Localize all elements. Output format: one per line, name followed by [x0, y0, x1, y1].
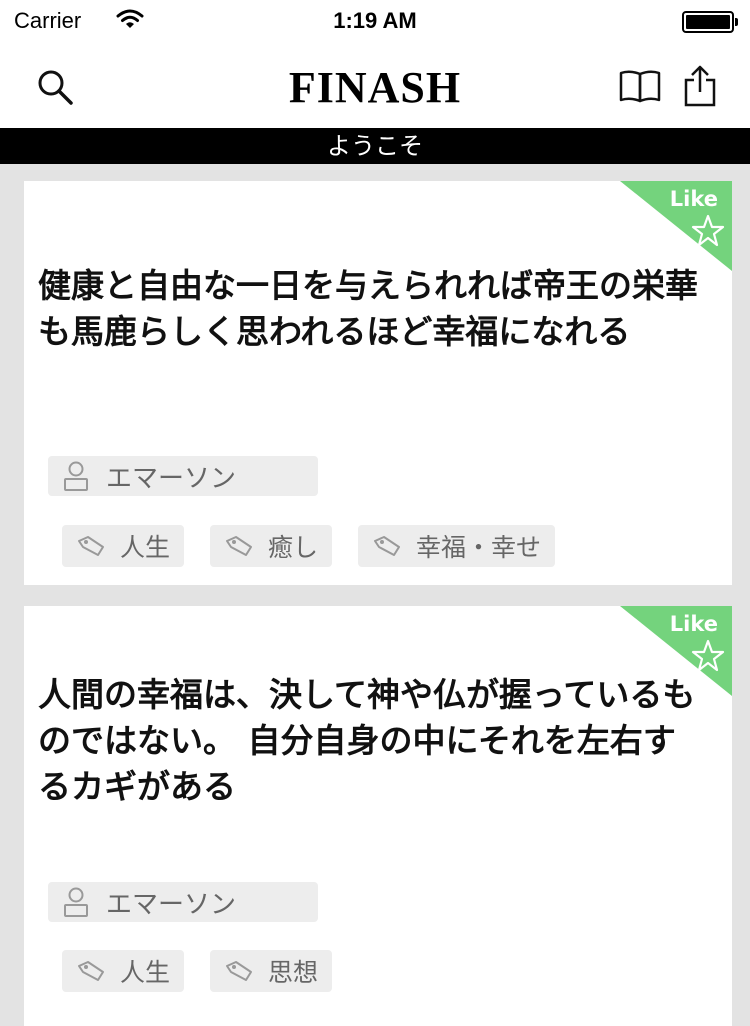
person-icon	[64, 461, 88, 491]
book-icon[interactable]	[618, 68, 662, 104]
author-name: エマーソン	[106, 463, 237, 494]
tag-label: 思想	[268, 958, 319, 987]
quote-text: 健康と自由な一日を与えられれば帝王の栄華も馬鹿らしく思われるほど幸福になれる	[38, 266, 698, 351]
person-icon	[64, 887, 88, 917]
tag-icon	[226, 961, 253, 981]
tag-icon	[78, 961, 104, 981]
tag-chip[interactable]: 癒し	[210, 525, 333, 567]
tag-label: 人生	[120, 533, 171, 562]
tag-chip[interactable]: 思想	[210, 950, 333, 992]
tag-icon	[226, 536, 253, 556]
like-button[interactable]: Like	[620, 181, 732, 271]
tag-label: 幸福・幸せ	[416, 533, 542, 562]
quote-text: 人間の幸福は、決して神や仏が握っているものではない。 自分自身の中にそれを左右す…	[38, 675, 696, 806]
tag-list: 人生 癒し 幸福・幸せ	[62, 525, 556, 567]
status-time: 1:19 AM	[333, 8, 417, 33]
tag-icon	[78, 536, 104, 556]
nav-bar: FINASH	[0, 42, 750, 128]
author-name: エマーソン	[106, 889, 237, 920]
status-bar: Carrier 1:19 AM	[0, 0, 750, 42]
author-chip[interactable]: エマーソン	[48, 882, 318, 922]
tag-chip[interactable]: 人生	[62, 525, 185, 567]
battery-icon	[682, 11, 738, 33]
tag-label: 癒し	[268, 533, 319, 562]
tag-list: 人生 思想	[62, 950, 333, 992]
quote-card[interactable]: Like 健康と自由な一日を与えられれば帝王の栄華も馬鹿らしく思われるほど幸福に…	[24, 181, 732, 585]
quote-card[interactable]: Like 人間の幸福は、決して神や仏が握っているものではない。 自分自身の中にそ…	[24, 606, 732, 1026]
tag-chip[interactable]: 人生	[62, 950, 185, 992]
author-chip[interactable]: エマーソン	[48, 456, 318, 496]
like-label: Like	[669, 187, 718, 211]
like-label: Like	[669, 612, 718, 636]
tag-chip[interactable]: 幸福・幸せ	[358, 525, 556, 567]
share-icon[interactable]	[682, 64, 718, 108]
tag-label: 人生	[120, 958, 171, 987]
tag-icon	[374, 536, 401, 556]
welcome-bar: ようこそ	[0, 128, 750, 164]
